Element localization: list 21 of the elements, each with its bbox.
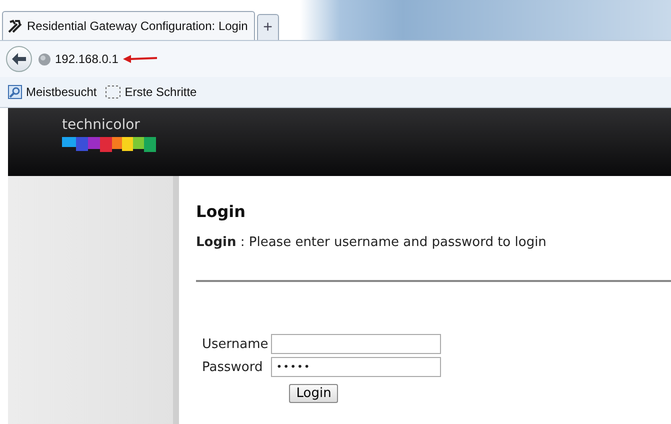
tools-icon [7, 19, 23, 33]
color-bar-icon [62, 135, 156, 153]
page-title: Login [196, 202, 247, 221]
bookmark-item[interactable]: Erste Schritte [104, 85, 197, 99]
blank-page-icon [104, 85, 121, 99]
address-field[interactable]: 192.168.0.1 [55, 52, 118, 66]
browser-tab[interactable]: Residential Gateway Configuration: Login [2, 11, 255, 40]
new-tab-button[interactable]: + [256, 14, 279, 40]
field-label: Username [202, 336, 268, 352]
bookmark-item[interactable]: Meistbesucht [8, 85, 97, 99]
back-button[interactable] [6, 46, 32, 72]
field-label: Password [202, 360, 264, 374]
intro-text: Login : Please enter username and password to login [196, 235, 548, 250]
arrow-icon [122, 54, 158, 64]
input-field[interactable]: ••••• [271, 357, 442, 377]
login-button[interactable]: Login [289, 384, 338, 403]
brand-logo: technicolor [62, 117, 140, 133]
input-field[interactable] [271, 334, 442, 354]
magnifier-icon [8, 85, 22, 99]
globe-icon [38, 52, 51, 66]
back-arrow-icon [11, 52, 27, 66]
